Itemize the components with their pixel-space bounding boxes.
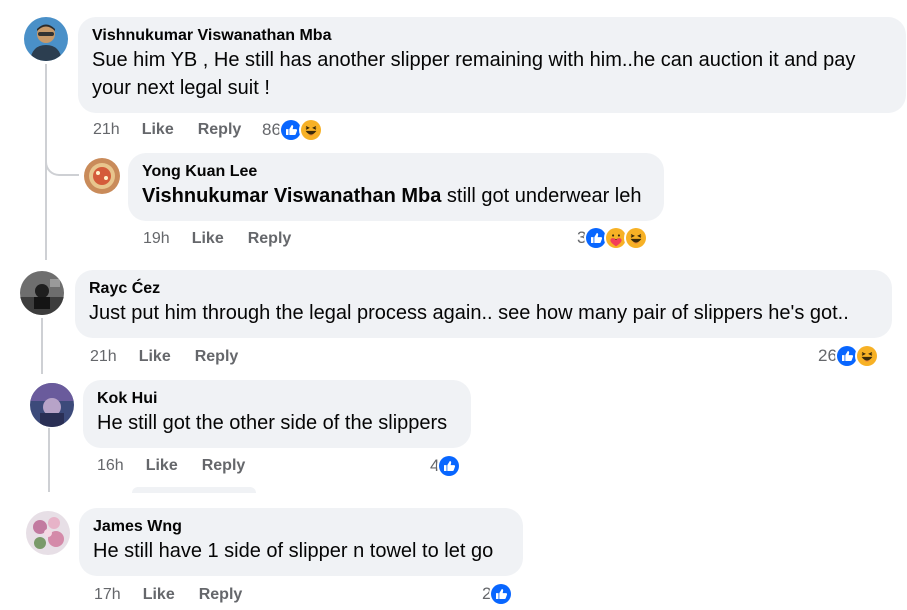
- comment-text: Just put him through the legal process a…: [89, 302, 849, 324]
- comment-text: Sue him YB , He still has another slippe…: [92, 49, 856, 99]
- comment-text-body: still got underwear leh: [446, 185, 642, 207]
- comment-bubble: Vishnukumar Viswanathan Mba Sue him YB ,…: [78, 17, 906, 113]
- like-button[interactable]: Like: [146, 457, 178, 475]
- avatar[interactable]: [24, 17, 68, 61]
- like-icon: [437, 454, 462, 478]
- comment-timestamp[interactable]: 21h: [93, 121, 120, 139]
- like-button[interactable]: Like: [139, 348, 171, 366]
- comment-timestamp[interactable]: 19h: [143, 230, 170, 248]
- reply-button[interactable]: Reply: [202, 457, 246, 475]
- avatar[interactable]: [20, 271, 64, 315]
- like-icon: [489, 582, 514, 606]
- avatar[interactable]: [84, 158, 120, 194]
- like-button[interactable]: Like: [192, 230, 224, 248]
- reaction-summary[interactable]: 26: [818, 344, 879, 368]
- comment-timestamp[interactable]: 16h: [97, 457, 124, 475]
- comment-actions: 16h Like Reply: [97, 456, 269, 476]
- collapsed-reply-edge: [132, 487, 256, 493]
- thread-connector: [45, 150, 79, 176]
- comment-timestamp[interactable]: 21h: [90, 348, 117, 366]
- avatar[interactable]: [26, 511, 70, 555]
- comment-timestamp[interactable]: 17h: [94, 586, 121, 604]
- like-button[interactable]: Like: [142, 121, 174, 139]
- comment-author[interactable]: Vishnukumar Viswanathan Mba: [92, 26, 892, 46]
- reaction-summary[interactable]: 4: [430, 454, 462, 478]
- comment-actions: 19h Like Reply: [143, 229, 315, 249]
- comment-bubble: Rayc Ćez Just put him through the legal …: [75, 270, 892, 338]
- comment-text: He still have 1 side of slipper n towel …: [93, 540, 494, 562]
- comment-bubble: James Wng He still have 1 side of slippe…: [79, 508, 523, 576]
- comment-bubble: Kok Hui He still got the other side of t…: [83, 380, 471, 448]
- thread-line: [41, 318, 43, 374]
- mention-link[interactable]: Vishnukumar Viswanathan Mba: [142, 185, 441, 207]
- haha-icon: [298, 118, 323, 142]
- reply-button[interactable]: Reply: [198, 121, 242, 139]
- comment-author[interactable]: James Wng: [93, 517, 509, 537]
- thread-line: [48, 428, 50, 492]
- comment-author[interactable]: Yong Kuan Lee: [142, 162, 650, 182]
- reply-button[interactable]: Reply: [248, 230, 292, 248]
- comment-text: Vishnukumar Viswanathan Mba still got un…: [142, 182, 650, 210]
- like-button[interactable]: Like: [143, 586, 175, 604]
- avatar[interactable]: [30, 383, 74, 427]
- reply-button[interactable]: Reply: [195, 348, 239, 366]
- comment-author[interactable]: Kok Hui: [97, 389, 457, 409]
- reaction-summary[interactable]: 86: [262, 118, 323, 142]
- comment-author[interactable]: Rayc Ćez: [89, 279, 878, 299]
- comment-text: He still got the other side of the slipp…: [97, 412, 448, 434]
- reaction-summary[interactable]: 2: [482, 582, 514, 606]
- comment-actions: 21h Like Reply: [90, 347, 262, 367]
- reply-button[interactable]: Reply: [199, 586, 243, 604]
- haha-icon: [624, 226, 649, 250]
- comment-actions: 17h Like Reply: [94, 585, 266, 605]
- comment-bubble: Yong Kuan Lee Vishnukumar Viswanathan Mb…: [128, 153, 664, 221]
- haha-icon: [854, 344, 879, 368]
- comment-actions: 21h Like Reply: [93, 120, 265, 140]
- reaction-summary[interactable]: 3: [577, 226, 649, 250]
